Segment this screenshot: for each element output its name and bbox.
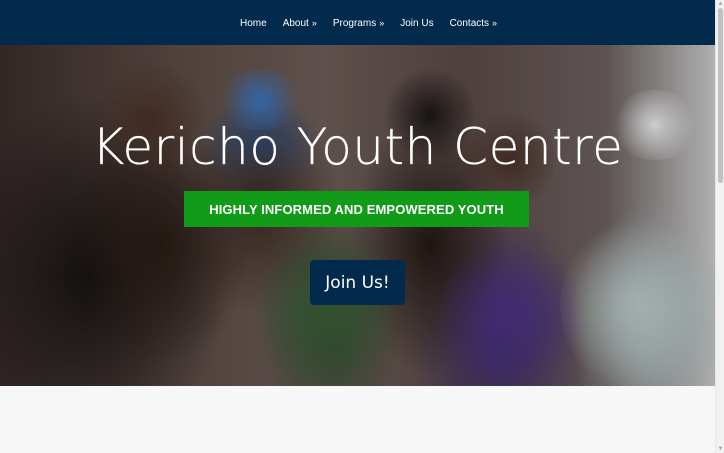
nav-item-label: Contacts (449, 18, 490, 29)
dropdown-arrow-icon: » (311, 18, 317, 28)
hero-tagline: HIGHLY INFORMED AND EMPOWERED YOUTH (184, 191, 529, 227)
page-content (0, 386, 715, 453)
nav-item-contacts[interactable]: Contacts» (450, 17, 497, 30)
nav-item-home[interactable]: Home (240, 18, 267, 30)
nav-item-label: Join Us (400, 17, 434, 29)
nav-item-label: About (282, 18, 309, 29)
nav-item-about[interactable]: About» (283, 17, 317, 30)
top-navbar: Home About» Programs» Join Us Contacts» (0, 0, 715, 45)
nav-links: Home About» Programs» Join Us Contacts» (240, 17, 513, 30)
nav-item-label: Programs (332, 18, 377, 29)
hero-banner: Kericho Youth Centre HIGHLY INFORMED AND… (0, 45, 715, 386)
scroll-down-icon[interactable]: ▼ (717, 446, 724, 452)
nav-item-label: Home (240, 17, 267, 29)
nav-item-programs[interactable]: Programs» (333, 17, 384, 30)
join-us-button[interactable]: Join Us! (310, 260, 405, 305)
page-scrollbar[interactable]: ▲ ▼ (715, 0, 724, 453)
dropdown-arrow-icon: » (379, 18, 385, 28)
dropdown-arrow-icon: » (492, 18, 498, 28)
scrollbar-thumb[interactable] (718, 8, 723, 183)
hero-title: Kericho Youth Centre (91, 118, 624, 176)
nav-item-join-us[interactable]: Join Us (400, 18, 433, 30)
scroll-up-icon[interactable]: ▲ (717, 1, 724, 7)
